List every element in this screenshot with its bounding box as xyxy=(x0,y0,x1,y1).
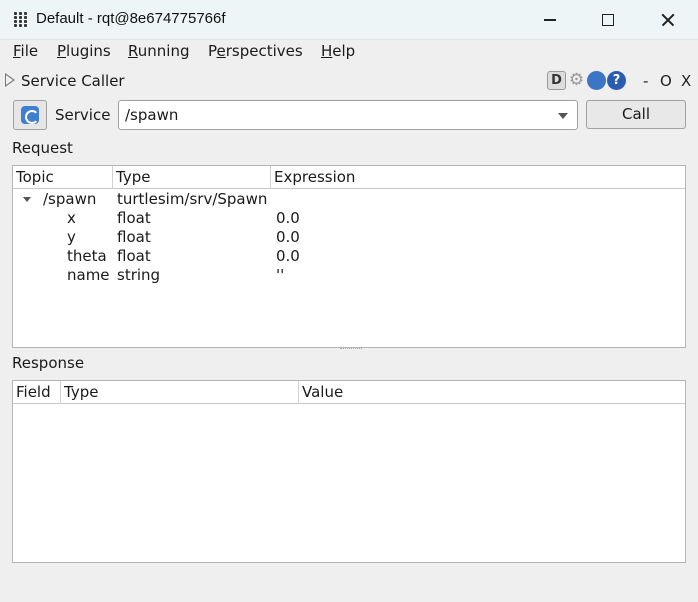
reload-icon[interactable] xyxy=(587,71,606,90)
title-bar: Default - rqt@8e674775766f xyxy=(0,0,698,40)
menu-bar: File Plugins Running Perspectives Help xyxy=(0,40,698,64)
service-label: Service xyxy=(55,106,111,124)
call-button[interactable]: Call xyxy=(586,100,686,129)
refresh-icon xyxy=(21,106,39,124)
plugin-header: Service Caller D ⚙ ? - O X xyxy=(0,68,698,94)
chevron-down-icon xyxy=(558,113,568,119)
response-tree-header: Field Type Value xyxy=(13,381,685,404)
menu-help[interactable]: Help xyxy=(321,42,355,60)
splitter-handle[interactable] xyxy=(340,348,362,350)
tree-row[interactable]: name string '' xyxy=(13,266,685,285)
tree-row[interactable]: /spawn turtlesim/srv/Spawn xyxy=(13,190,685,209)
d-button[interactable]: D xyxy=(547,71,566,90)
maximize-button[interactable] xyxy=(585,4,631,36)
column-header-value[interactable]: Value xyxy=(299,381,685,404)
column-header-field[interactable]: Field xyxy=(13,381,61,404)
column-header-type[interactable]: Type xyxy=(113,166,271,189)
service-combobox[interactable]: /spawn xyxy=(118,100,578,130)
expand-arrow-icon[interactable] xyxy=(23,197,31,202)
request-label: Request xyxy=(12,139,73,157)
help-icon[interactable]: ? xyxy=(607,71,626,90)
hide-button[interactable]: - xyxy=(643,72,648,90)
tree-row[interactable]: x float 0.0 xyxy=(13,209,685,228)
tree-row[interactable]: theta float 0.0 xyxy=(13,247,685,266)
float-button[interactable]: O xyxy=(660,72,672,90)
request-tree[interactable]: Topic Type Expression /spawn turtlesim/s… xyxy=(12,165,686,348)
column-header-type[interactable]: Type xyxy=(61,381,299,404)
app-grid-icon xyxy=(14,12,28,28)
gear-icon[interactable]: ⚙ xyxy=(567,71,586,90)
maximize-icon xyxy=(602,14,614,26)
column-header-topic[interactable]: Topic xyxy=(13,166,113,189)
service-combobox-value: /spawn xyxy=(125,106,179,124)
response-label: Response xyxy=(12,354,85,372)
collapse-arrow-icon[interactable] xyxy=(5,73,15,87)
request-tree-header: Topic Type Expression xyxy=(13,166,685,189)
tree-row[interactable]: y float 0.0 xyxy=(13,228,685,247)
response-tree[interactable]: Field Type Value xyxy=(12,380,686,563)
window-title: Default - rqt@8e674775766f xyxy=(36,10,226,27)
menu-plugins[interactable]: Plugins xyxy=(57,42,111,60)
menu-running[interactable]: Running xyxy=(128,42,189,60)
minimize-button[interactable] xyxy=(527,4,573,36)
plugin-title: Service Caller xyxy=(21,72,125,90)
refresh-services-button[interactable] xyxy=(13,100,47,130)
column-header-expression[interactable]: Expression xyxy=(271,166,685,189)
menu-perspectives[interactable]: Perspectives xyxy=(208,42,303,60)
menu-file[interactable]: File xyxy=(13,42,38,60)
close-plugin-button[interactable]: X xyxy=(681,72,691,90)
minimize-icon xyxy=(544,19,556,21)
close-button[interactable] xyxy=(645,4,691,36)
